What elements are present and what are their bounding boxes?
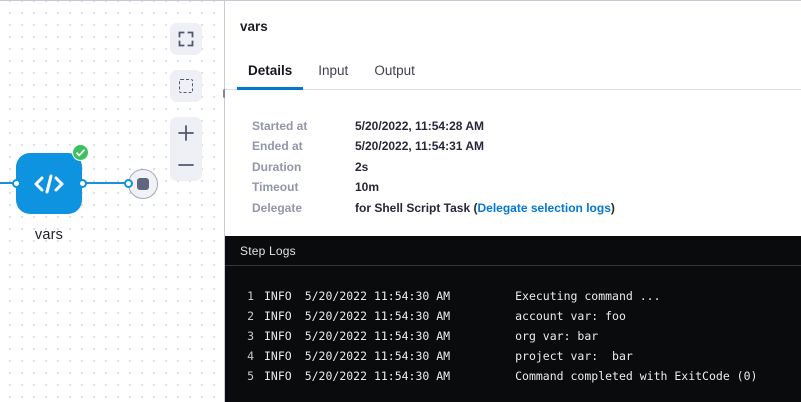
detail-label: Delegate bbox=[252, 198, 355, 218]
detail-value-delegate: for Shell Script Task (Delegate selectio… bbox=[355, 198, 801, 218]
log-line-number: 2 bbox=[240, 309, 254, 323]
tab-details-label: Details bbox=[248, 63, 292, 78]
log-timestamp: 5/20/2022 11:54:30 AM bbox=[305, 289, 450, 303]
log-line: 1 INFO 5/20/2022 11:54:30 AM Executing c… bbox=[225, 286, 801, 306]
log-timestamp: 5/20/2022 11:54:30 AM bbox=[305, 309, 450, 323]
log-line: 5 INFO 5/20/2022 11:54:30 AM Command com… bbox=[225, 366, 801, 386]
fullscreen-button[interactable] bbox=[170, 23, 202, 55]
detail-label: Ended at bbox=[252, 136, 355, 156]
details-tab-bar: Details Input Output bbox=[225, 54, 801, 90]
canvas-toolbar bbox=[170, 23, 202, 181]
step-metadata: Started at 5/20/2022, 11:54:28 AM Ended … bbox=[252, 116, 801, 218]
detail-label: Duration bbox=[252, 157, 355, 177]
log-message: Command completed with ExitCode (0) bbox=[515, 369, 757, 383]
log-line-number: 5 bbox=[240, 369, 254, 383]
step-node-vars[interactable] bbox=[16, 153, 82, 214]
log-timestamp: 5/20/2022 11:54:30 AM bbox=[305, 369, 450, 383]
end-node-port[interactable] bbox=[124, 179, 133, 188]
tab-input[interactable]: Input bbox=[307, 54, 359, 90]
log-message: account var: foo bbox=[515, 309, 626, 323]
step-logs-console: Step Logs 1 INFO 5/20/2022 11:54:30 AM E… bbox=[225, 236, 801, 402]
marquee-select-button[interactable] bbox=[170, 70, 202, 102]
log-message: Executing command ... bbox=[515, 289, 660, 303]
detail-label: Started at bbox=[252, 116, 355, 136]
marquee-select-icon bbox=[179, 79, 193, 93]
stop-square-icon bbox=[137, 178, 149, 190]
node-port-left[interactable] bbox=[12, 179, 21, 188]
zoom-in-icon bbox=[177, 124, 195, 142]
zoom-out-button[interactable] bbox=[170, 149, 202, 181]
page-title: vars bbox=[225, 1, 801, 34]
log-line: 4 INFO 5/20/2022 11:54:30 AM project var… bbox=[225, 346, 801, 366]
log-line-number: 3 bbox=[240, 329, 254, 343]
log-line: 2 INFO 5/20/2022 11:54:30 AM account var… bbox=[225, 306, 801, 326]
log-timestamp: 5/20/2022 11:54:30 AM bbox=[305, 329, 450, 343]
log-level: INFO bbox=[264, 329, 292, 343]
detail-value-timeout: 10m bbox=[355, 177, 801, 197]
log-level: INFO bbox=[264, 349, 292, 363]
delegate-selection-logs-link[interactable]: Delegate selection logs bbox=[477, 201, 610, 215]
node-label: vars bbox=[0, 227, 98, 243]
zoom-out-icon bbox=[177, 156, 195, 174]
pipeline-canvas[interactable]: vars bbox=[0, 1, 225, 402]
shell-script-code-icon bbox=[32, 169, 66, 199]
tab-output[interactable]: Output bbox=[363, 54, 426, 90]
log-level: INFO bbox=[264, 309, 292, 323]
log-level: INFO bbox=[264, 369, 292, 383]
tab-details[interactable]: Details bbox=[237, 54, 303, 90]
detail-value-started-at: 5/20/2022, 11:54:28 AM bbox=[355, 116, 801, 136]
log-message: project var: bar bbox=[515, 349, 633, 363]
console-header: Step Logs bbox=[225, 236, 801, 266]
tab-input-label: Input bbox=[318, 63, 348, 78]
delegate-text-suffix: ) bbox=[611, 201, 615, 215]
step-execution-view: vars bbox=[0, 0, 801, 402]
fullscreen-icon bbox=[178, 31, 194, 47]
zoom-controls bbox=[170, 117, 202, 181]
log-line: 3 INFO 5/20/2022 11:54:30 AM org var: ba… bbox=[225, 326, 801, 346]
log-timestamp: 5/20/2022 11:54:30 AM bbox=[305, 349, 450, 363]
detail-value-ended-at: 5/20/2022, 11:54:31 AM bbox=[355, 136, 801, 156]
log-line-number: 1 bbox=[240, 289, 254, 303]
detail-value-duration: 2s bbox=[355, 157, 801, 177]
log-level: INFO bbox=[264, 289, 292, 303]
log-message: org var: bar bbox=[515, 329, 598, 343]
zoom-in-button[interactable] bbox=[170, 117, 202, 149]
console-title: Step Logs bbox=[240, 244, 296, 258]
console-log-area[interactable]: 1 INFO 5/20/2022 11:54:30 AM Executing c… bbox=[225, 266, 801, 386]
node-port-right[interactable] bbox=[78, 179, 87, 188]
log-line-number: 4 bbox=[240, 349, 254, 363]
detail-label: Timeout bbox=[252, 177, 355, 197]
success-check-icon bbox=[72, 144, 89, 161]
step-details-panel: vars Details Input Output Started at 5/2… bbox=[225, 1, 801, 402]
delegate-text: for Shell Script Task ( bbox=[355, 201, 477, 215]
tab-output-label: Output bbox=[374, 63, 415, 78]
